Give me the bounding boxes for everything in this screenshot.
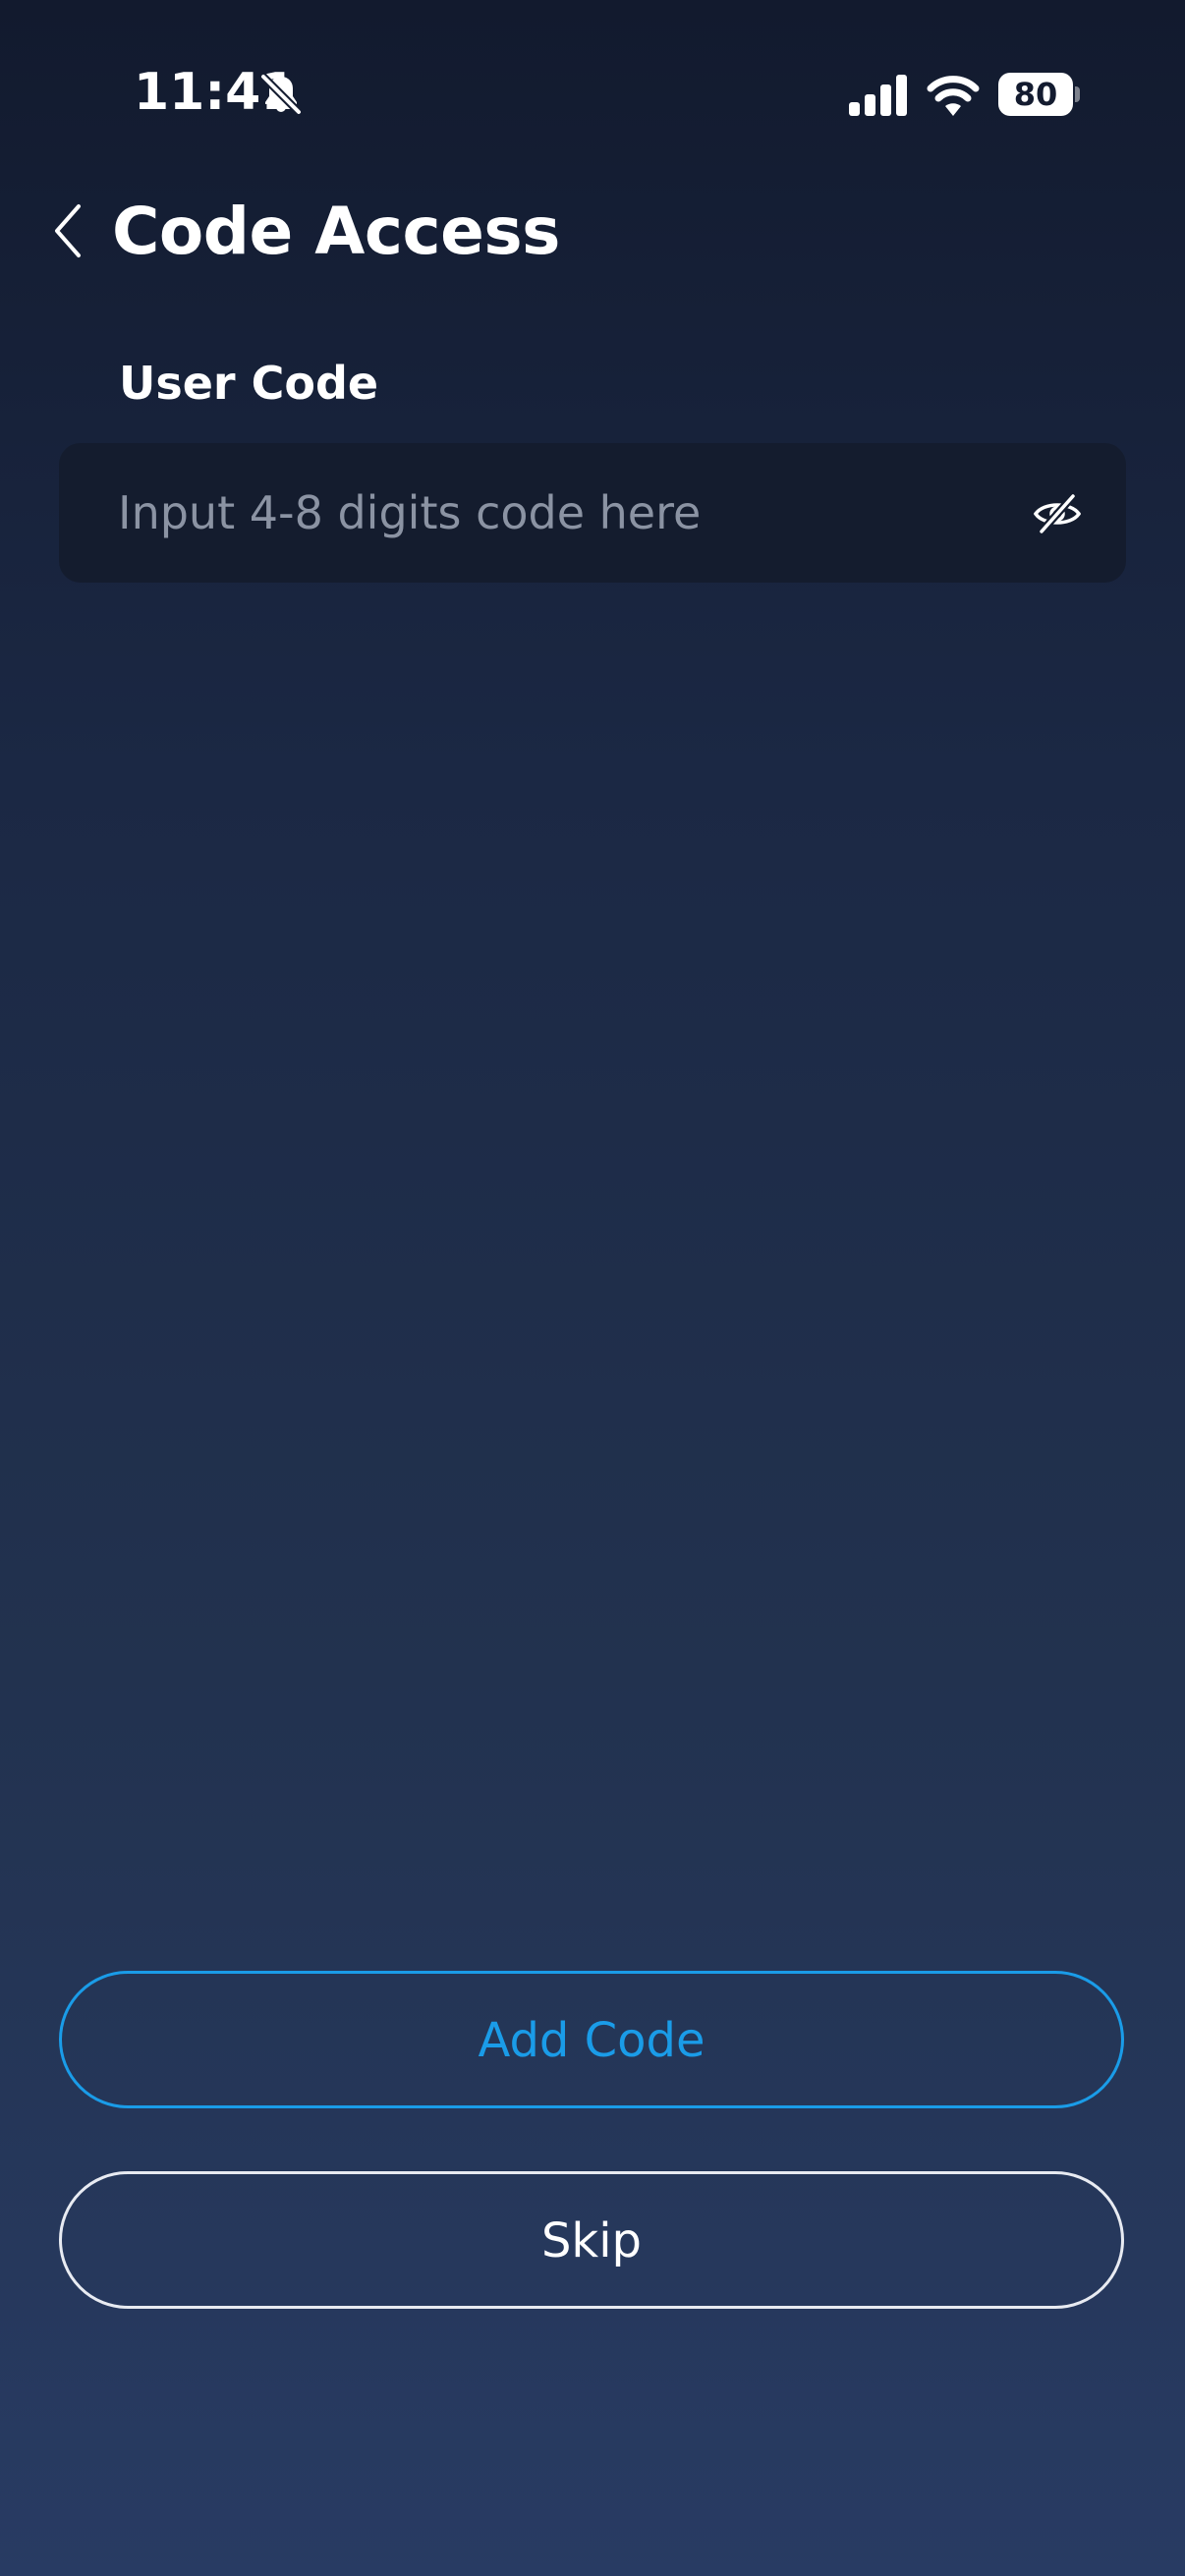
eye-slash-icon[interactable] bbox=[1030, 486, 1085, 541]
cellular-signal-icon bbox=[849, 75, 907, 116]
battery-cap bbox=[1075, 86, 1080, 102]
chevron-left-icon[interactable] bbox=[47, 196, 90, 265]
wifi-icon bbox=[927, 76, 980, 116]
skip-button[interactable]: Skip bbox=[59, 2171, 1124, 2309]
page-title: Code Access bbox=[112, 194, 560, 269]
user-code-input[interactable] bbox=[118, 443, 1002, 583]
battery-icon: 80 bbox=[998, 73, 1080, 116]
status-bar: 11:41 80 bbox=[0, 0, 1185, 138]
add-code-button[interactable]: Add Code bbox=[59, 1971, 1124, 2108]
user-code-label: User Code bbox=[119, 357, 379, 410]
battery-level: 80 bbox=[998, 73, 1073, 116]
bell-slash-icon bbox=[260, 74, 302, 115]
user-code-field bbox=[59, 443, 1126, 583]
